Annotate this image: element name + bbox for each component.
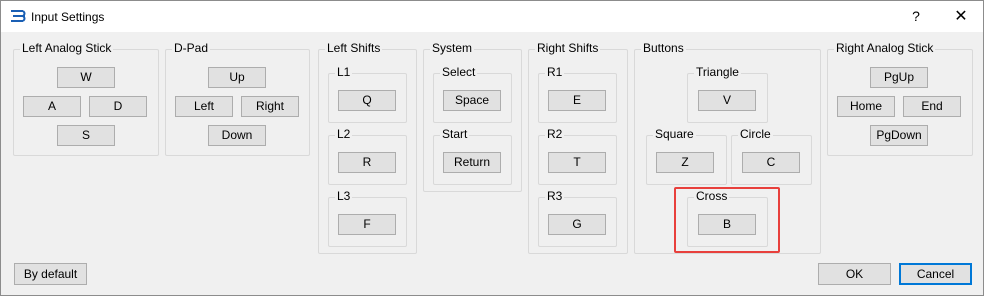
left-analog-up-button[interactable]: W: [57, 67, 115, 88]
ok-button[interactable]: OK: [818, 263, 891, 285]
right-analog-down-button[interactable]: PgDown: [870, 125, 928, 146]
group-title: Select: [440, 65, 478, 79]
group-title: R1: [545, 65, 565, 79]
group-title: Right Shifts: [535, 41, 601, 55]
r2-key-button[interactable]: T: [548, 152, 606, 173]
group-title: Right Analog Stick: [834, 41, 936, 55]
help-button[interactable]: ?: [899, 1, 933, 32]
highlight-box: [674, 187, 780, 253]
group-title: Left Shifts: [325, 41, 383, 55]
group-title: L2: [335, 127, 353, 141]
group-title: R3: [545, 189, 565, 203]
by-default-button[interactable]: By default: [14, 263, 87, 285]
right-analog-up-button[interactable]: PgUp: [870, 67, 928, 88]
group-title: Left Analog Stick: [20, 41, 114, 55]
group-title: D-Pad: [172, 41, 211, 55]
square-key-button[interactable]: Z: [656, 152, 714, 173]
app-icon: [11, 10, 26, 22]
input-settings-dialog: Input Settings ? ✕ Left Analog Stick W A…: [0, 0, 984, 296]
close-button[interactable]: ✕: [941, 1, 981, 32]
group-title: Circle: [738, 127, 773, 141]
left-analog-down-button[interactable]: S: [57, 125, 115, 146]
dpad-right-button[interactable]: Right: [241, 96, 299, 117]
l3-key-button[interactable]: F: [338, 214, 396, 235]
right-analog-right-button[interactable]: End: [903, 96, 961, 117]
l2-key-button[interactable]: R: [338, 152, 396, 173]
dpad-left-button[interactable]: Left: [175, 96, 233, 117]
start-key-button[interactable]: Return: [443, 152, 501, 173]
group-title: Buttons: [641, 41, 686, 55]
l1-key-button[interactable]: Q: [338, 90, 396, 111]
group-title: L3: [335, 189, 353, 203]
group-title: Triangle: [694, 65, 741, 79]
group-title: L1: [335, 65, 353, 79]
group-title: System: [430, 41, 475, 55]
right-analog-left-button[interactable]: Home: [837, 96, 895, 117]
select-key-button[interactable]: Space: [443, 90, 501, 111]
cancel-button[interactable]: Cancel: [899, 263, 972, 285]
left-analog-right-button[interactable]: D: [89, 96, 147, 117]
circle-key-button[interactable]: C: [742, 152, 800, 173]
window-title: Input Settings: [31, 10, 105, 24]
triangle-key-button[interactable]: V: [698, 90, 756, 111]
dpad-up-button[interactable]: Up: [208, 67, 266, 88]
left-analog-left-button[interactable]: A: [23, 96, 81, 117]
dpad-down-button[interactable]: Down: [208, 125, 266, 146]
r1-key-button[interactable]: E: [548, 90, 606, 111]
group-title: R2: [545, 127, 565, 141]
group-title: Square: [653, 127, 696, 141]
title-bar: Input Settings ? ✕: [1, 1, 983, 32]
group-title: Start: [440, 127, 470, 141]
r3-key-button[interactable]: G: [548, 214, 606, 235]
